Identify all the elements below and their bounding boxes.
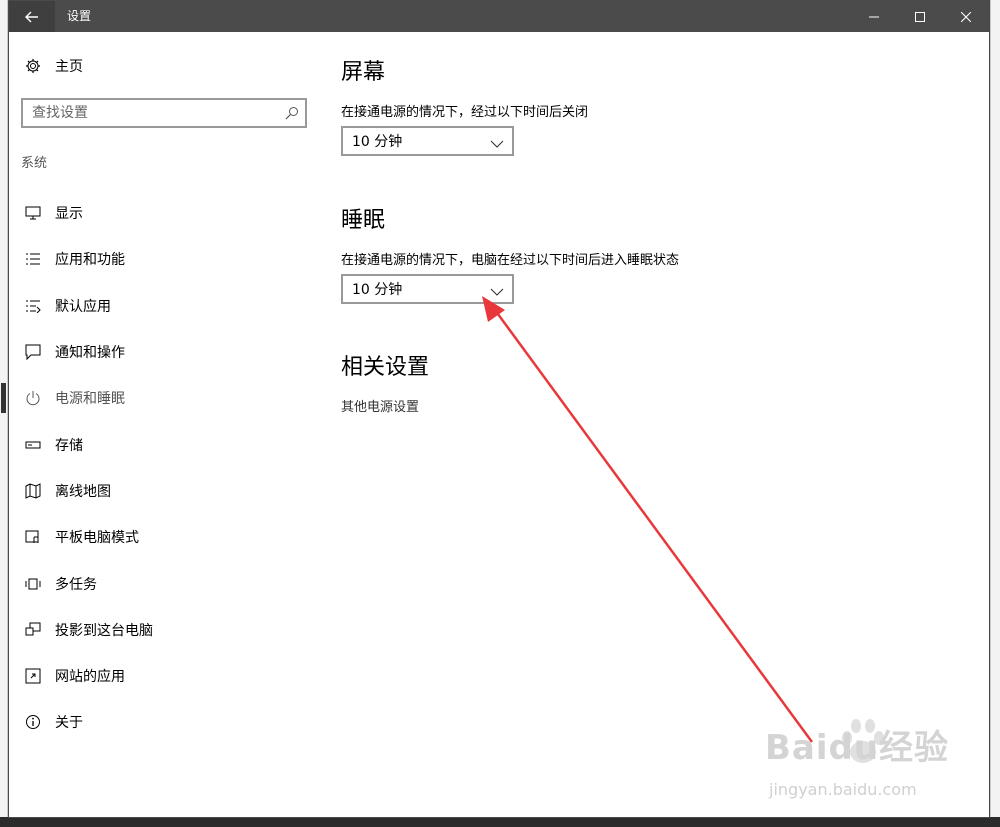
tablet-mode-icon xyxy=(21,527,45,547)
web-apps-icon xyxy=(21,666,45,686)
other-power-settings-link[interactable]: 其他电源设置 xyxy=(341,396,419,415)
sleep-description: 在接通电源的情况下，电脑在经过以下时间后进入睡眠状态 xyxy=(341,253,680,268)
close-icon xyxy=(961,11,971,22)
sleep-timeout-dropdown[interactable]: 10 分钟 xyxy=(341,274,514,304)
sidebar-item-label: 默认应用 xyxy=(55,298,111,315)
storage-icon xyxy=(21,435,45,455)
sidebar-item-display[interactable]: 显示 xyxy=(9,190,314,236)
window-title: 设置 xyxy=(67,9,92,23)
sidebar-item-tablet-mode[interactable]: 平板电脑模式 xyxy=(9,514,314,560)
sidebar-item-storage[interactable]: 存储 xyxy=(9,421,314,467)
chevron-down-icon xyxy=(490,136,504,152)
default-apps-icon xyxy=(21,296,45,316)
sidebar-item-label: 电源和睡眠 xyxy=(55,391,125,408)
sidebar-item-default-apps[interactable]: 默认应用 xyxy=(9,283,314,329)
search-input[interactable] xyxy=(23,100,263,126)
back-button[interactable] xyxy=(9,1,55,32)
screen-timeout-value: 10 分钟 xyxy=(352,134,403,150)
screen-timeout-dropdown[interactable]: 10 分钟 xyxy=(341,126,514,156)
projection-icon xyxy=(21,620,45,640)
back-arrow-icon xyxy=(25,11,38,22)
info-icon xyxy=(21,712,45,732)
settings-window: 设置 主页 查找设置 系统 显示 应用和功能 默认应用 通知和操作 电源和睡眠 … xyxy=(1,0,990,818)
sleep-heading: 睡眠 xyxy=(341,208,386,233)
monitor-icon xyxy=(21,203,45,223)
sleep-timeout-value: 10 分钟 xyxy=(352,282,403,298)
watermark-url: jingyan.baidu.com xyxy=(769,780,917,799)
search-icon[interactable] xyxy=(285,105,299,124)
sidebar-item-web-apps[interactable]: 网站的应用 xyxy=(9,653,314,699)
section-label-system: 系统 xyxy=(21,156,48,171)
close-button[interactable] xyxy=(943,1,989,32)
list-icon xyxy=(21,249,45,269)
sidebar-item-label: 显示 xyxy=(55,206,83,223)
sidebar-item-about[interactable]: 关于 xyxy=(9,699,314,745)
sidebar-item-apps-features[interactable]: 应用和功能 xyxy=(9,236,314,282)
sidebar-item-offline-maps[interactable]: 离线地图 xyxy=(9,468,314,514)
sidebar-item-label: 网站的应用 xyxy=(55,669,125,686)
minimize-icon xyxy=(869,16,879,17)
chevron-down-icon xyxy=(490,284,504,300)
sidebar: 主页 系统 显示 应用和功能 xyxy=(1,32,314,818)
sidebar-item-label: 通知和操作 xyxy=(55,345,125,362)
related-settings-heading: 相关设置 xyxy=(341,355,430,380)
notification-icon xyxy=(21,342,45,362)
multitasking-icon xyxy=(21,574,45,594)
sidebar-nav: 显示 应用和功能 默认应用 通知和操作 电源和睡眠 存储 离线地图 平板电脑模式… xyxy=(1,190,314,746)
background-window-right xyxy=(990,0,1000,827)
home-label: 主页 xyxy=(55,59,83,75)
screen-description: 在接通电源的情况下，经过以下时间后关闭 xyxy=(341,105,589,120)
watermark-brand: Baidu经验 xyxy=(765,728,950,768)
sidebar-item-label: 投影到这台电脑 xyxy=(55,622,153,639)
sidebar-item-label: 存储 xyxy=(55,437,83,454)
background-window-left xyxy=(0,0,8,827)
sidebar-item-label: 关于 xyxy=(55,715,83,732)
sidebar-item-projection[interactable]: 投影到这台电脑 xyxy=(9,607,314,653)
screen-heading: 屏幕 xyxy=(341,60,386,85)
title-bar: 设置 xyxy=(9,1,989,32)
map-icon xyxy=(21,481,45,501)
sidebar-item-label: 离线地图 xyxy=(55,483,111,500)
sidebar-item-multitasking[interactable]: 多任务 xyxy=(9,560,314,606)
minimize-button[interactable] xyxy=(851,1,897,32)
search-box xyxy=(21,98,307,128)
power-icon xyxy=(21,388,45,408)
sidebar-item-label: 多任务 xyxy=(55,576,97,593)
sidebar-item-notifications[interactable]: 通知和操作 xyxy=(9,329,314,375)
sidebar-item-label: 应用和功能 xyxy=(55,252,125,269)
maximize-icon xyxy=(915,11,925,22)
sidebar-item-label: 平板电脑模式 xyxy=(55,530,139,547)
gear-icon xyxy=(21,58,45,74)
taskbar-strip xyxy=(0,817,1000,827)
sidebar-item-power-sleep[interactable]: 电源和睡眠 xyxy=(1,375,314,421)
maximize-button[interactable] xyxy=(897,1,943,32)
baidu-watermark: Baidu经验 jingyan.baidu.com xyxy=(765,718,965,808)
sidebar-item-home[interactable]: 主页 xyxy=(21,54,83,78)
